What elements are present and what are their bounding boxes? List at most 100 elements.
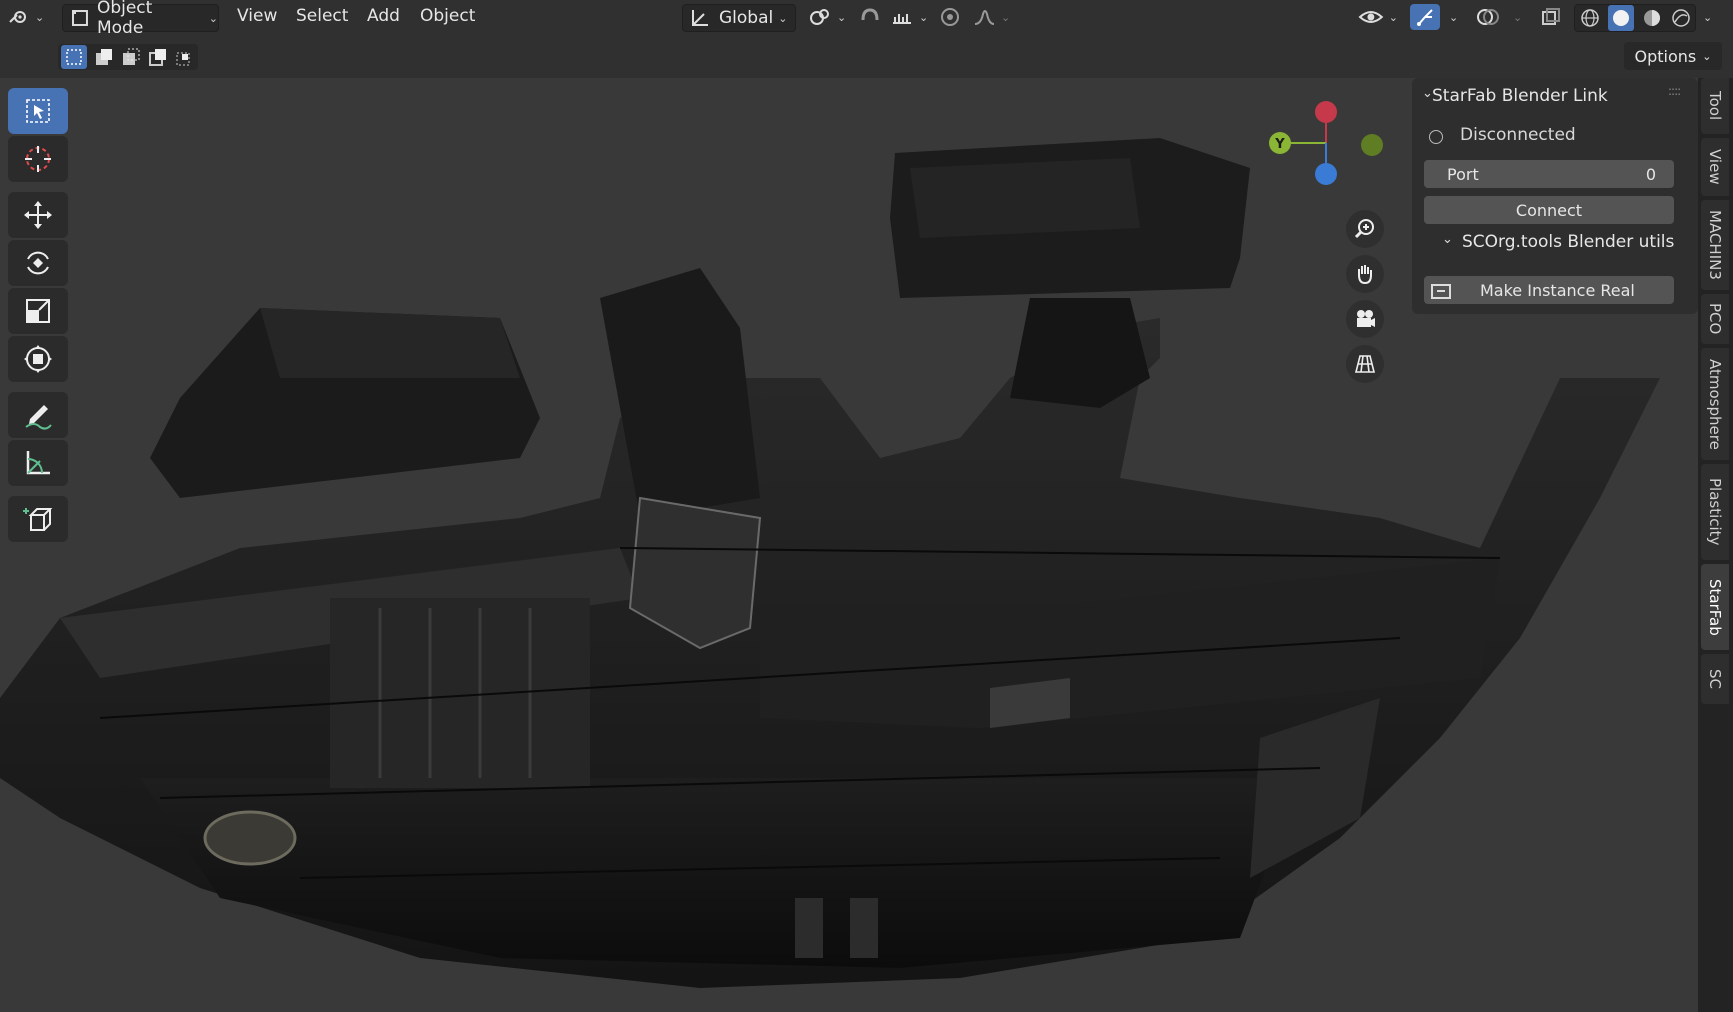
select-intersect-icon[interactable] xyxy=(175,47,195,67)
tab-sc[interactable]: SC xyxy=(1701,654,1729,704)
menu-view[interactable]: View xyxy=(237,6,277,26)
mode-selector[interactable]: Object Mode ⌄ xyxy=(62,0,219,38)
make-instance-real-button[interactable]: Make Instance Real xyxy=(1424,276,1674,304)
scorg-panel-title[interactable]: SCOrg.tools Blender utils xyxy=(1462,232,1674,252)
gizmo-toggle[interactable] xyxy=(1410,4,1440,30)
pan-button[interactable] xyxy=(1346,255,1384,293)
magnet-icon xyxy=(861,8,879,21)
menu-add[interactable]: Add xyxy=(367,6,400,26)
falloff-button[interactable]: ⌄ xyxy=(972,4,1012,30)
scale-icon xyxy=(26,299,50,323)
snap-increment-icon xyxy=(893,14,911,24)
sidebar-panel: ⌄ StarFab Blender Link :::: Disconnected… xyxy=(1412,78,1698,314)
solid-shading-icon[interactable] xyxy=(1607,5,1634,31)
connect-button[interactable]: Connect xyxy=(1424,196,1674,224)
shading-selector[interactable] xyxy=(1574,4,1696,32)
chevron-down-icon: ⌄ xyxy=(1513,10,1523,24)
port-field[interactable]: Port 0 xyxy=(1424,160,1674,188)
add-cube-tool[interactable] xyxy=(8,496,68,542)
tab-tool[interactable]: Tool xyxy=(1701,78,1729,134)
tab-label: StarFab xyxy=(1706,578,1724,636)
pivot-point-button[interactable]: ⌄ xyxy=(808,4,848,30)
drag-handle-icon[interactable]: :::: xyxy=(1668,84,1681,98)
gizmo-dropdown[interactable]: ⌄ xyxy=(1444,4,1464,30)
snap-toggle[interactable] xyxy=(858,4,888,30)
select-box-tool[interactable] xyxy=(8,88,68,134)
sidebar-tabs: Tool View MACHIN3 PCO Atmosphere Plastic… xyxy=(1698,78,1733,1012)
rendered-shading-icon[interactable] xyxy=(1670,7,1692,29)
tab-plasticity[interactable]: Plasticity xyxy=(1701,464,1729,560)
editor-type-button[interactable]: ⌄ xyxy=(8,4,52,30)
tab-label: View xyxy=(1706,149,1724,185)
select-box-icon xyxy=(26,99,50,123)
tab-machin3[interactable]: MACHIN3 xyxy=(1701,200,1729,290)
move-tool[interactable] xyxy=(8,192,68,238)
xray-toggle[interactable] xyxy=(1540,4,1568,30)
make-instance-label: Make Instance Real xyxy=(1480,280,1635,300)
hand-icon xyxy=(1358,265,1372,285)
overlays-icon xyxy=(1477,9,1499,25)
package-icon xyxy=(1431,284,1451,299)
zoom-button[interactable] xyxy=(1346,210,1384,248)
material-shading-icon[interactable] xyxy=(1641,7,1663,29)
tab-atmosphere[interactable]: Atmosphere xyxy=(1701,348,1729,460)
grid-perspective-icon xyxy=(1354,355,1376,373)
menu-select[interactable]: Select xyxy=(296,6,348,26)
annotate-tool[interactable] xyxy=(8,392,68,438)
navigation-gizmo[interactable]: Y xyxy=(1260,88,1390,188)
viewport-header: ⌄ Object Mode ⌄ View Select Add Object G… xyxy=(0,0,1733,38)
cursor-tool[interactable] xyxy=(8,136,68,182)
snap-target-button[interactable]: ⌄ xyxy=(890,4,930,30)
transform-orientation-selector[interactable]: Global ⌄ xyxy=(682,4,796,32)
proportional-editing-toggle[interactable] xyxy=(938,4,968,30)
camera-view-button[interactable] xyxy=(1346,300,1384,338)
mode-label: Object Mode xyxy=(96,0,153,38)
object-visibility-button[interactable]: ⌄ xyxy=(1358,4,1398,30)
chevron-down-icon: ⌄ xyxy=(1001,10,1011,24)
menu-object[interactable]: Object xyxy=(420,6,475,26)
scale-tool[interactable] xyxy=(8,288,68,334)
select-new-icon[interactable] xyxy=(61,45,88,69)
pivot-icon xyxy=(810,9,829,25)
camera-icon xyxy=(1357,310,1375,327)
proportional-edit-icon xyxy=(941,8,959,26)
tab-label: Atmosphere xyxy=(1706,358,1724,450)
tab-label: SC xyxy=(1706,669,1724,689)
tab-view[interactable]: View xyxy=(1701,138,1729,196)
axes-icon xyxy=(692,10,708,26)
chevron-down-icon: ⌄ xyxy=(1702,49,1712,63)
measure-tool[interactable] xyxy=(8,440,68,486)
perspective-toggle-button[interactable] xyxy=(1346,345,1384,383)
rotate-tool[interactable] xyxy=(8,240,68,286)
select-extend-icon[interactable] xyxy=(94,47,114,67)
options-button[interactable]: Options ⌄ xyxy=(1624,42,1722,70)
chevron-down-icon: ⌄ xyxy=(837,10,847,24)
select-invert-icon[interactable] xyxy=(148,47,168,67)
transform-tool[interactable] xyxy=(8,336,68,382)
tab-label: Tool xyxy=(1706,91,1724,121)
xray-icon xyxy=(1542,8,1560,25)
tab-label: MACHIN3 xyxy=(1706,210,1724,280)
selection-mode-group xyxy=(58,44,198,70)
overlays-dropdown[interactable]: ⌄ xyxy=(1508,4,1528,30)
overlays-toggle[interactable] xyxy=(1476,4,1506,30)
orientation-label: Global xyxy=(719,8,774,28)
wireframe-shading-icon[interactable] xyxy=(1579,7,1601,29)
cursor-icon xyxy=(25,146,51,172)
editor-type-icon xyxy=(9,11,26,23)
annotate-icon xyxy=(25,405,52,430)
collapse-chevron-icon[interactable]: ⌄ xyxy=(1442,232,1453,247)
status-radio-icon[interactable] xyxy=(1429,130,1443,144)
connect-label: Connect xyxy=(1515,200,1583,220)
starfab-link-panel: ⌄ StarFab Blender Link :::: Disconnected… xyxy=(1412,78,1698,228)
chevron-down-icon: ⌄ xyxy=(919,10,929,24)
add-cube-icon xyxy=(23,508,53,531)
tab-pco[interactable]: PCO xyxy=(1701,294,1729,344)
rotate-icon xyxy=(27,251,49,275)
object-mode-icon xyxy=(71,10,88,26)
shading-dropdown[interactable]: ⌄ xyxy=(1698,4,1718,30)
tab-label: PCO xyxy=(1706,303,1724,335)
tab-starfab[interactable]: StarFab xyxy=(1701,564,1729,650)
starfab-panel-title[interactable]: StarFab Blender Link xyxy=(1432,86,1608,106)
select-subtract-icon[interactable] xyxy=(121,47,141,67)
